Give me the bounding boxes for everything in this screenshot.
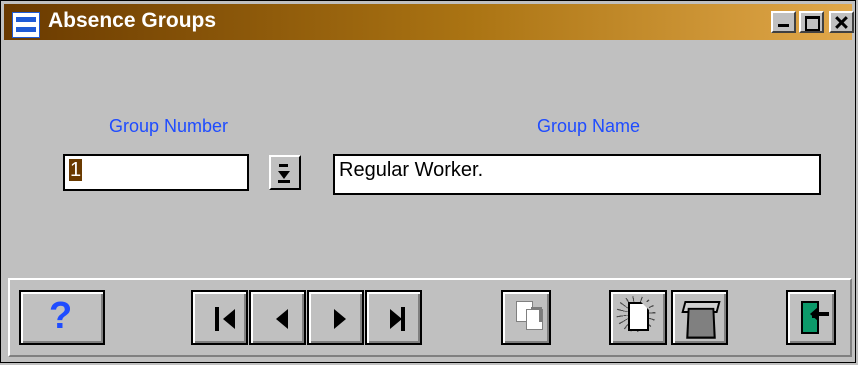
title-bar[interactable]: Absence Groups xyxy=(4,4,854,40)
new-page-icon xyxy=(628,302,649,331)
exit-arrow-icon xyxy=(810,307,829,321)
absence-groups-window: Absence Groups Group Number Group Name 1… xyxy=(0,0,856,363)
group-name-label: Group Name xyxy=(537,116,641,136)
previous-record-icon xyxy=(271,307,291,331)
group-number-field[interactable]: 1 xyxy=(63,154,249,191)
maximize-button[interactable] xyxy=(799,11,824,33)
close-button[interactable] xyxy=(829,11,854,33)
help-button[interactable] xyxy=(19,290,105,345)
delete-button[interactable] xyxy=(671,290,728,345)
next-record-button[interactable] xyxy=(307,290,364,345)
group-number-label: Group Number xyxy=(109,116,229,136)
new-record-button[interactable] xyxy=(609,290,667,345)
last-record-icon xyxy=(387,307,407,331)
copy-arrow-icon xyxy=(531,307,542,322)
first-record-icon xyxy=(213,307,235,331)
group-name-field[interactable]: Regular Worker. xyxy=(333,154,821,195)
last-record-button[interactable] xyxy=(365,290,422,345)
previous-record-button[interactable] xyxy=(249,290,306,345)
minimize-button[interactable] xyxy=(771,11,796,33)
group-number-dropdown-button[interactable] xyxy=(269,155,301,190)
next-record-icon xyxy=(329,307,349,331)
group-number-value: 1 xyxy=(69,159,83,181)
trash-can-icon xyxy=(686,307,716,339)
copy-button[interactable] xyxy=(501,290,551,345)
window-title: Absence Groups xyxy=(48,9,217,32)
app-icon xyxy=(12,12,40,38)
exit-button[interactable] xyxy=(786,290,836,345)
first-record-button[interactable] xyxy=(191,290,248,345)
dropdown-arrow-icon xyxy=(278,180,290,183)
